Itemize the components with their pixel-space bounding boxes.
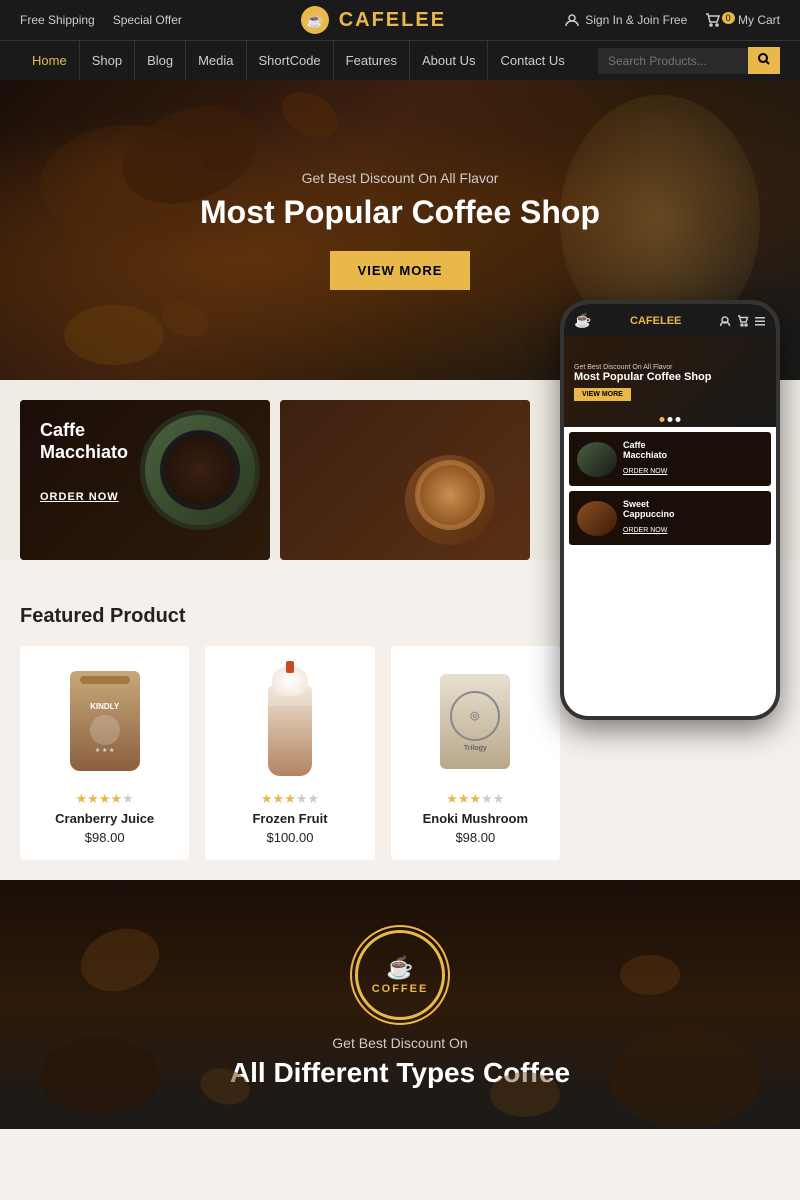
coffee-emblem-label: COFFEE [372,983,429,995]
promo1-order-link[interactable]: ORDER NOW [40,491,119,503]
sign-in-label: Sign In [585,13,622,27]
coffee-emblem-inner: ☕ COFFEE [372,955,429,995]
cart-area[interactable]: 0 My Cart [705,13,780,28]
product-stars-cranberry: ★★★★★ [35,791,174,807]
special-offer-label: Special Offer [113,13,182,27]
phone-header: ☕ CAFELEE [564,304,776,337]
phone-promo1-content: Caffe Macchiato ORDER NOW [623,440,667,478]
nav-shop[interactable]: Shop [80,41,135,80]
phone-dots [660,417,681,422]
promo1-title: Caffe Macchiato [40,420,128,463]
product-price-enoki: $98.00 [406,830,545,845]
product-name-cranberry: Cranberry Juice [35,811,174,826]
products-grid: KINDLY ★ ★ ★ ★★★★★ Cranberry Juice $98.0… [20,646,560,860]
top-bar: Free Shipping Special Offer ☕ CAFELEE Si… [0,0,800,40]
nav-contact[interactable]: Contact Us [488,41,576,80]
phone-promo2-link[interactable]: ORDER NOW [623,527,667,534]
product-image-frozen [220,661,359,781]
join-free-label: & Join Free [626,13,687,27]
search-button[interactable] [748,47,780,74]
hero-subtitle: Get Best Discount On All Flavor [200,170,600,186]
nav-search [598,47,780,74]
product-card-enoki[interactable]: ◎ Trilogy ★★★★★ Enoki Mushroom $98.00 [391,646,560,860]
phone-promo-macchiato: Caffe Macchiato ORDER NOW [569,432,771,486]
promo-card-macchiato[interactable]: Caffe Macchiato ORDER NOW [20,400,270,560]
top-bar-right: Sign In & Join Free 0 My Cart [565,13,780,28]
phone-promo1-link[interactable]: ORDER NOW [623,468,667,475]
hero-title: Most Popular Coffee Shop [200,194,600,231]
nav-shortcode[interactable]: ShortCode [247,41,334,80]
nav-blog[interactable]: Blog [135,41,186,80]
coffee-bottom-section: ☕ COFFEE Get Best Discount On All Differ… [0,880,800,1129]
nav-links: Home Shop Blog Media ShortCode Features … [20,41,598,80]
product-image-enoki: ◎ Trilogy [406,661,545,781]
coffee-emblem: ☕ COFFEE [355,930,445,1020]
phone-promo-cappuccino: Sweet Cappuccino ORDER NOW [569,491,771,545]
nav-bar: Home Shop Blog Media ShortCode Features … [0,40,800,80]
free-shipping-label: Free Shipping [20,13,95,27]
phone-hero-title: Most Popular Coffee Shop [574,371,712,383]
product-price-frozen: $100.00 [220,830,359,845]
logo-icon: ☕ [301,6,329,34]
nav-home[interactable]: Home [20,41,80,80]
top-bar-left: Free Shipping Special Offer [20,13,182,27]
phone-promo2-content: Sweet Cappuccino ORDER NOW [623,499,675,537]
cart-badge: 0 [722,12,735,24]
product-image-cranberry: KINDLY ★ ★ ★ [35,661,174,781]
phone-logo: CAFELEE [630,315,681,327]
logo-text: CAFELEE [339,9,446,32]
nav-features[interactable]: Features [334,41,410,80]
phone-hero-button[interactable]: VIEW MORE [574,388,631,401]
promo-card-cappuccino[interactable] [280,400,530,560]
phone-promo2-title: Sweet Cappuccino [623,499,675,519]
product-name-frozen: Frozen Fruit [220,811,359,826]
mobile-mockup: ☕ CAFELEE Get Best Discount On All Flavo… [560,300,780,720]
product-name-enoki: Enoki Mushroom [406,811,545,826]
product-card-cranberry[interactable]: KINDLY ★ ★ ★ ★★★★★ Cranberry Juice $98.0… [20,646,189,860]
hero-content: Get Best Discount On All Flavor Most Pop… [200,170,600,290]
product-card-frozen[interactable]: ★★★★★ Frozen Fruit $100.00 [205,646,374,860]
phone-hero: Get Best Discount On All Flavor Most Pop… [564,337,776,427]
promo1-content: Caffe Macchiato ORDER NOW [40,420,128,505]
product-drink-icon [262,666,317,776]
nav-about[interactable]: About Us [410,41,488,80]
phone-screen: ☕ CAFELEE Get Best Discount On All Flavo… [564,304,776,716]
hero-view-more-button[interactable]: VIEW MORE [330,251,471,290]
product-price-cranberry: $98.00 [35,830,174,845]
promo-mobile-section: Caffe Macchiato ORDER NOW ☕ CAFELEE [0,380,800,560]
product-pouch-icon: ◎ Trilogy [440,674,510,769]
product-bag-icon: KINDLY ★ ★ ★ [70,671,140,771]
product-stars-frozen: ★★★★★ [220,791,359,807]
logo-area[interactable]: ☕ CAFELEE [301,6,446,34]
cart-label: My Cart [738,13,780,27]
search-input[interactable] [598,48,748,74]
phone-hero-subtitle: Get Best Discount On All Flavor [574,364,672,371]
product-stars-enoki: ★★★★★ [406,791,545,807]
nav-media[interactable]: Media [186,41,246,80]
coffee-cup-icon: ☕ [372,955,429,981]
sign-in-area[interactable]: Sign In & Join Free [565,13,687,28]
phone-promo1-title: Caffe Macchiato [623,440,667,460]
